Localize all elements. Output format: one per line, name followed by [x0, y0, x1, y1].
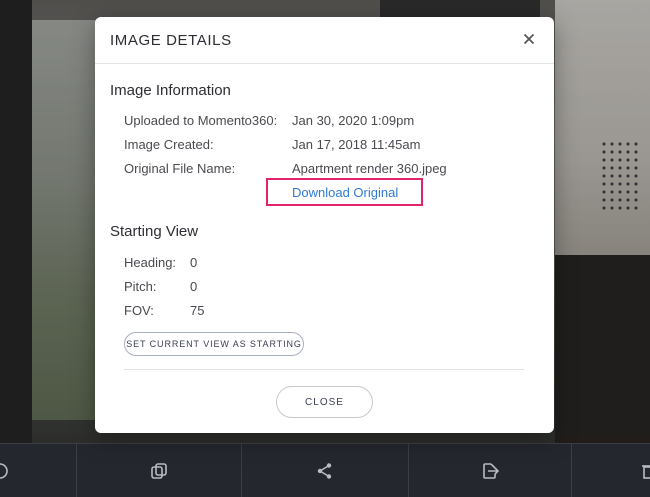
partial-icon [0, 462, 8, 479]
pitch-value: 0 [190, 279, 198, 294]
trash-icon [642, 464, 650, 479]
export-icon [483, 462, 500, 479]
toolbar-button-export[interactable] [409, 444, 573, 497]
heading-value: 0 [190, 255, 198, 270]
image-created-label: Image Created: [124, 137, 214, 152]
toolbar-button-copy[interactable] [77, 444, 242, 497]
file-name-value: Apartment render 360.jpeg [292, 161, 447, 176]
close-button[interactable]: CLOSE [276, 386, 373, 418]
toolbar-button-trash[interactable] [572, 444, 650, 497]
close-icon[interactable] [518, 28, 540, 50]
toolbar-button-partial[interactable] [0, 444, 77, 497]
share-icon [317, 462, 332, 479]
modal-title: IMAGE DETAILS [110, 32, 232, 49]
toolbar-button-share[interactable] [242, 444, 410, 497]
set-starting-view-button[interactable]: SET CURRENT VIEW AS STARTING [124, 332, 304, 356]
pitch-label: Pitch: [124, 279, 157, 294]
uploaded-value: Jan 30, 2020 1:09pm [292, 113, 415, 128]
bottom-toolbar [0, 443, 650, 497]
file-name-label: Original File Name: [124, 161, 236, 176]
fov-label: FOV: [124, 303, 154, 318]
starting-view-heading: Starting View [110, 223, 199, 240]
fov-value: 75 [190, 303, 205, 318]
uploaded-label: Uploaded to Momento360: [124, 113, 278, 128]
modal-divider [124, 369, 524, 370]
image-information-heading: Image Information [110, 82, 231, 99]
image-details-modal: IMAGE DETAILS Image Information Uploaded… [95, 17, 554, 433]
copy-icon [150, 462, 167, 479]
heading-label: Heading: [124, 255, 177, 270]
modal-header: IMAGE DETAILS [95, 17, 554, 64]
download-original-link[interactable]: Download Original [292, 185, 398, 200]
image-created-value: Jan 17, 2018 11:45am [292, 137, 421, 152]
